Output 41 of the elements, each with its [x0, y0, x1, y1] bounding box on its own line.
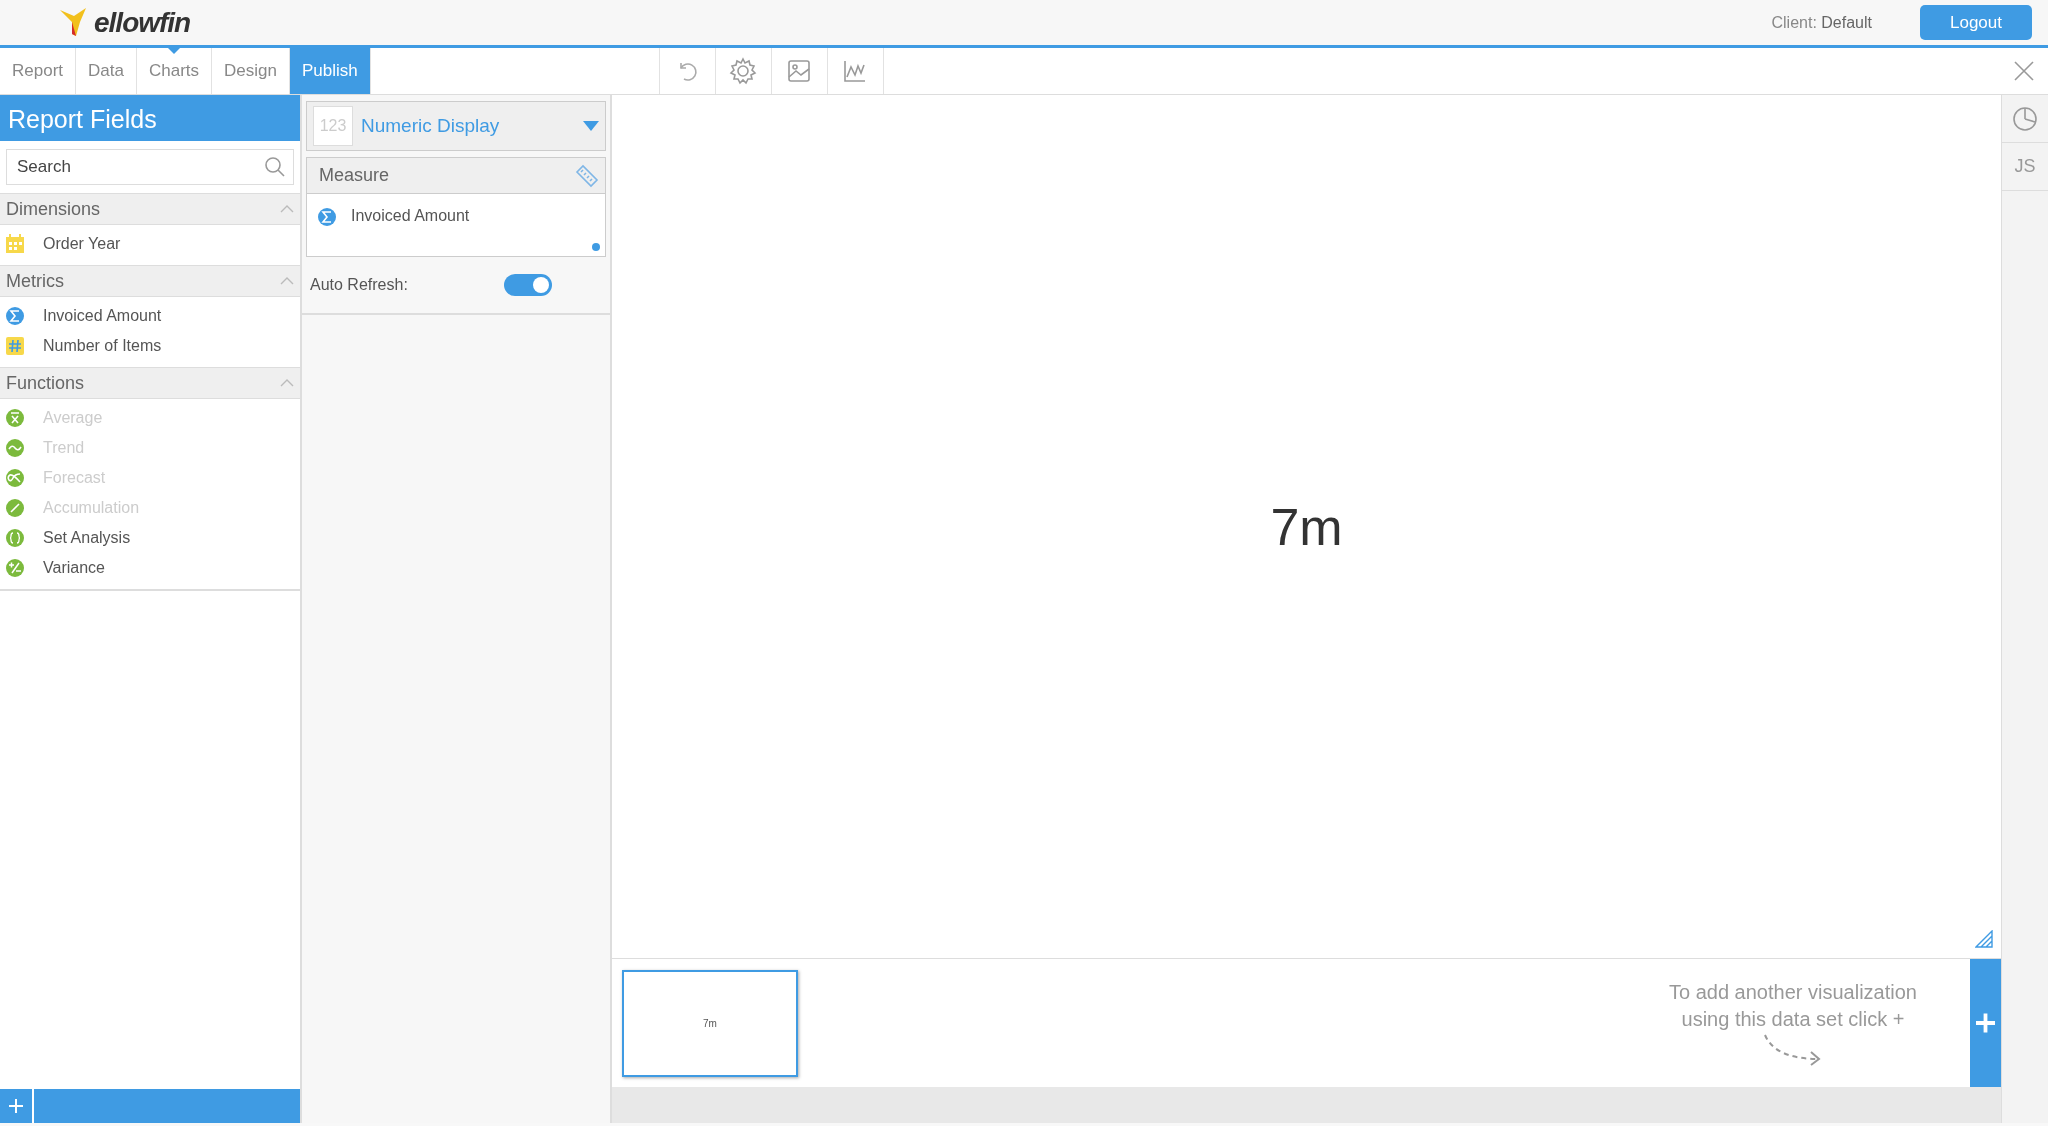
- hint-text: To add another visualization using this data set click +: [1668, 980, 1918, 1032]
- ruler-icon[interactable]: [575, 163, 599, 188]
- logo-text: ellowfin: [94, 5, 191, 40]
- field-item[interactable]: Invoiced Amount: [0, 301, 300, 331]
- resize-icon[interactable]: [1975, 930, 1993, 948]
- auto-refresh-label: Auto Refresh:: [310, 275, 408, 295]
- section-header[interactable]: Metrics: [0, 265, 300, 297]
- section-header[interactable]: Functions: [0, 367, 300, 399]
- caret-icon: [583, 121, 599, 131]
- field-item[interactable]: Set Analysis: [0, 523, 300, 553]
- plus-minus-icon: [5, 558, 25, 578]
- sigma-icon: [5, 306, 25, 326]
- hash-icon: [5, 336, 25, 356]
- search-field[interactable]: Search: [6, 149, 294, 185]
- panel-title: Report Fields: [0, 95, 300, 141]
- alpha-icon: [5, 468, 25, 488]
- field-item[interactable]: Order Year: [0, 229, 300, 259]
- calendar-icon: [5, 234, 25, 254]
- sigma-icon: [317, 206, 337, 227]
- numeric-value: 7m: [1270, 496, 1343, 558]
- client-label: Client: Default: [1771, 12, 1872, 33]
- field-item[interactable]: Variance: [0, 553, 300, 583]
- resize-handle[interactable]: [592, 243, 600, 251]
- thumbnail[interactable]: 7m: [622, 969, 798, 1077]
- chart-type-label: Numeric Display: [361, 113, 501, 138]
- field-item[interactable]: Number of Items: [0, 331, 300, 361]
- slash-icon: [5, 498, 25, 518]
- average-icon: [5, 408, 25, 428]
- section-header[interactable]: Dimensions: [0, 193, 300, 225]
- auto-refresh-toggle[interactable]: [504, 274, 552, 296]
- tab[interactable]: Publish: [289, 48, 371, 94]
- search-icon[interactable]: [264, 156, 286, 178]
- measure-field[interactable]: Invoiced Amount: [351, 204, 470, 228]
- measure-title: Measure: [319, 164, 390, 187]
- collapse-icon[interactable]: [280, 379, 294, 387]
- logout-button[interactable]: Logout: [1920, 4, 2032, 41]
- add-visualization-icon[interactable]: [1970, 959, 2001, 1087]
- braces-icon: [5, 528, 25, 548]
- wave-icon: [5, 438, 25, 458]
- collapse-icon[interactable]: [280, 277, 294, 285]
- collapse-icon[interactable]: [280, 205, 294, 213]
